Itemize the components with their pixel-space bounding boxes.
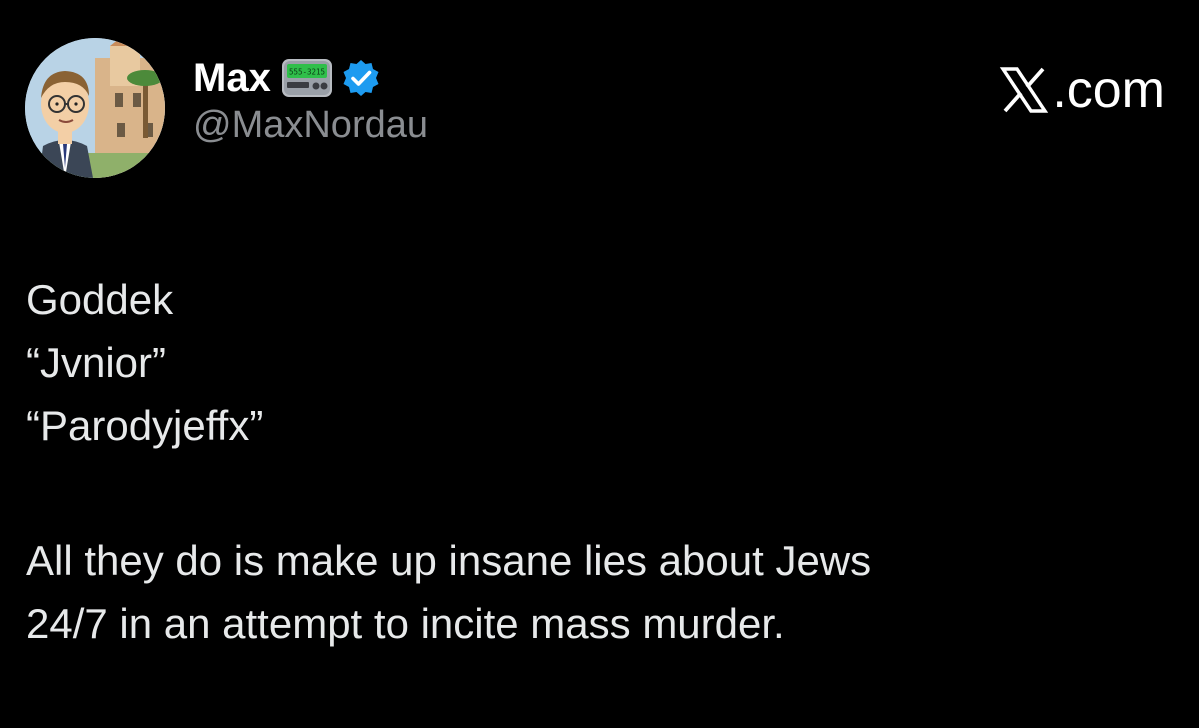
post-card: Max 555-3215 @MaxNordau .com Goddek “Jvn… xyxy=(0,0,1199,728)
post-line: “Jvnior” xyxy=(26,339,167,386)
author-handle[interactable]: @MaxNordau xyxy=(193,104,428,147)
pager-screen-text: 555-3215 xyxy=(289,68,325,77)
verified-badge-icon xyxy=(341,58,381,98)
post-text: Goddek “Jvnior” “Parodyjeffx” All they d… xyxy=(26,268,1166,655)
author-info: Max 555-3215 @MaxNordau xyxy=(193,54,428,147)
post-line: 24/7 in an attempt to incite mass murder… xyxy=(26,600,785,647)
post-line: All they do is make up insane lies about… xyxy=(26,537,872,584)
avatar[interactable] xyxy=(25,38,165,178)
site-label: .com xyxy=(1052,61,1165,119)
name-row: Max 555-3215 xyxy=(193,54,428,102)
cartoon-man-avatar-icon xyxy=(25,38,165,178)
pager-icon: 555-3215 xyxy=(281,57,333,99)
site-watermark: .com xyxy=(999,60,1165,120)
display-name[interactable]: Max xyxy=(193,56,271,101)
post-line: “Parodyjeffx” xyxy=(26,402,264,449)
post-line: Goddek xyxy=(26,276,174,323)
post-header: Max 555-3215 @MaxNordau .com xyxy=(25,36,1165,186)
x-logo-icon xyxy=(999,65,1049,115)
